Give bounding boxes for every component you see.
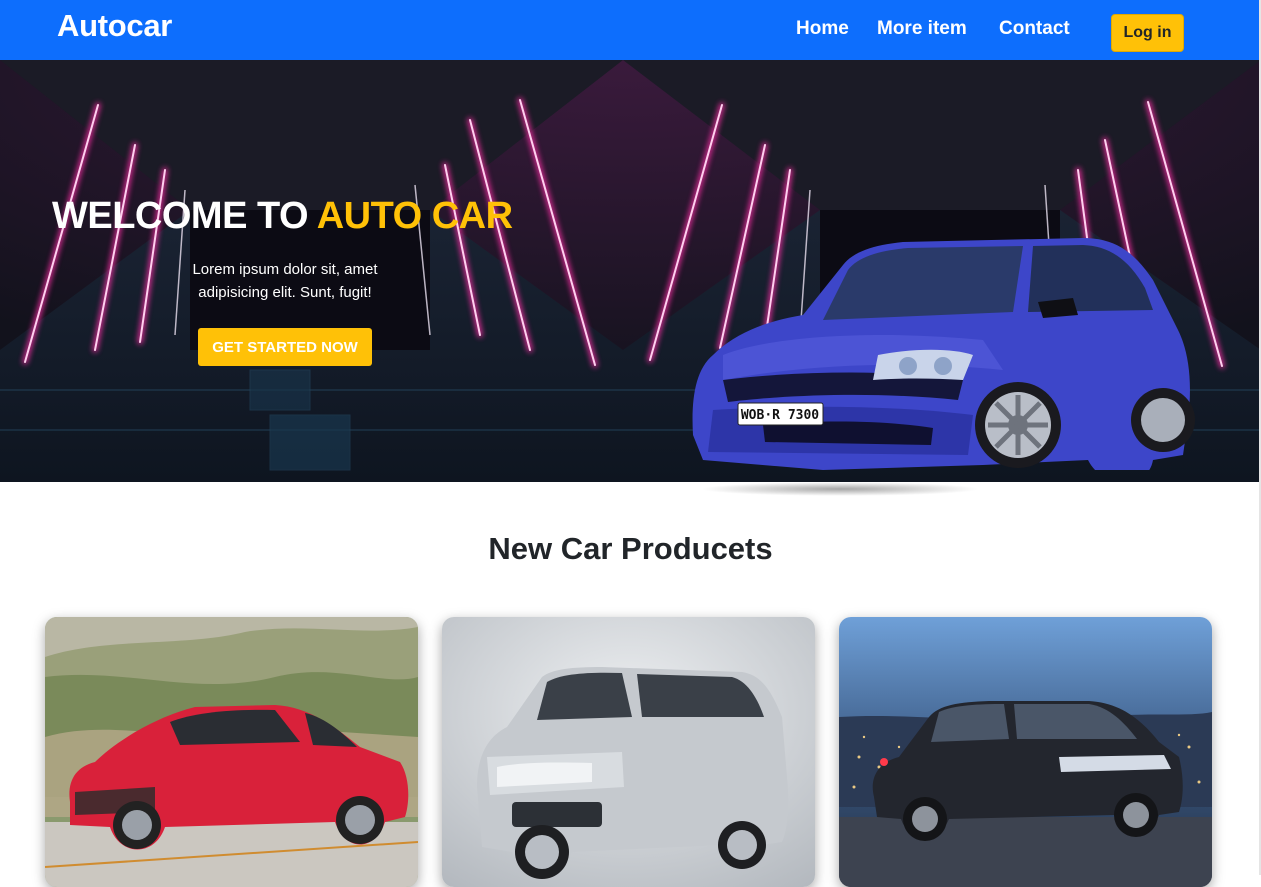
hero-description: Lorem ipsum dolor sit, amet adipisicing … xyxy=(192,261,378,301)
license-plate-text: WOB·R 7300 xyxy=(741,408,819,423)
silver-suv-image xyxy=(442,617,815,887)
brand-logo[interactable]: Autocar xyxy=(57,8,172,44)
hero-title-prefix: WELCOME TO xyxy=(52,195,317,237)
nav-link-contact[interactable]: Contact xyxy=(999,18,1070,40)
products-section-title: New Car Producets xyxy=(488,531,773,566)
dark-hatchback-image xyxy=(839,617,1212,887)
hero-shadow xyxy=(700,482,980,496)
hero-banner: WELCOME TO AUTO CAR Lorem ipsum dolor si… xyxy=(0,60,1261,482)
product-card-dark-hatchback[interactable] xyxy=(839,617,1212,887)
red-sedan-image xyxy=(45,617,418,887)
product-card-silver-suv[interactable] xyxy=(442,617,815,887)
nav-link-home[interactable]: Home xyxy=(796,18,849,40)
blue-car-image: WOB·R 7300 xyxy=(692,238,1195,470)
product-card-red-sedan[interactable] xyxy=(45,617,418,887)
hero-title-accent: AUTO CAR xyxy=(316,195,513,237)
navbar: Autocar Home More item Contact Log in xyxy=(0,0,1261,60)
hero-title: WELCOME TO AUTO CAR xyxy=(52,195,513,238)
login-button[interactable]: Log in xyxy=(1111,14,1184,52)
nav-link-more-item[interactable]: More item xyxy=(877,18,967,40)
get-started-button[interactable]: GET STARTED NOW xyxy=(198,328,372,366)
